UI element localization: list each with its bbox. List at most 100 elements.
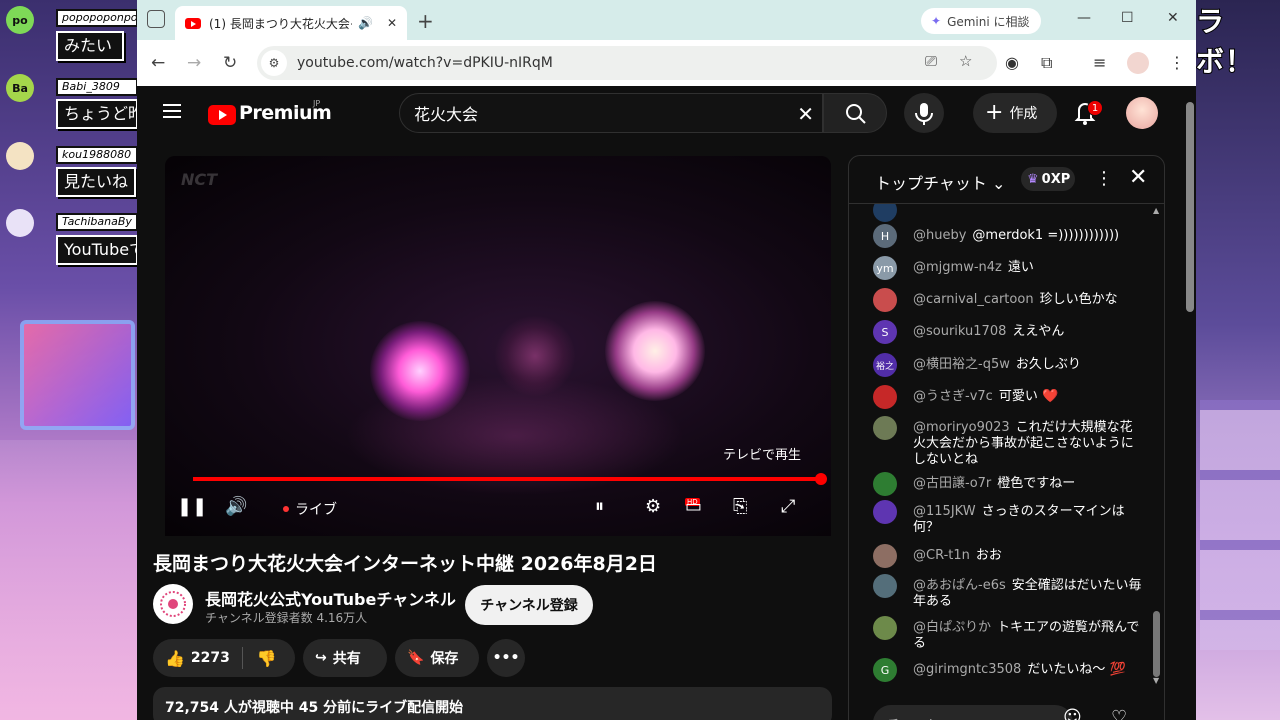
close-tab-icon[interactable]: ✕ — [387, 16, 397, 30]
page-scroll-thumb[interactable] — [1186, 102, 1194, 312]
chat-mode-dropdown[interactable]: トップチャット ⌄ — [875, 170, 1005, 194]
subscribe-button[interactable]: チャンネル登録 — [465, 585, 593, 625]
chat-author[interactable]: @うさぎ-v7c — [913, 389, 993, 404]
extension-record-icon[interactable]: ◉ — [1005, 53, 1019, 72]
video-player[interactable]: NCT テレビで再生 ❚❚ 🔊 ライブ ⏸ ⚙ HD ▭ ⎘ ⤢ — [165, 156, 831, 536]
chat-more-icon[interactable]: ⋮ — [1095, 168, 1113, 189]
create-label: 作成 — [1009, 106, 1038, 122]
pause-icon[interactable]: ❚❚ — [177, 496, 207, 517]
page-scrollbar[interactable] — [1184, 86, 1196, 720]
url-text[interactable]: youtube.com/watch?v=dPKIU-nIRqM — [297, 55, 553, 71]
chat-message[interactable]: @白ぱぷりか トキエアの遊覧が飛んでる — [873, 616, 1143, 652]
cast-icon[interactable]: ⎘ — [733, 496, 747, 517]
chat-message[interactable]: @115JKW さっきのスターマインは何？ — [873, 500, 1143, 536]
tab-youtube[interactable]: (1) 長岡まつり大花火大会イン 🔊 ✕ — [175, 6, 407, 40]
back-icon[interactable]: ← — [151, 53, 165, 73]
chat-author[interactable]: @CR-t1n — [913, 548, 970, 563]
extensions-puzzle-icon[interactable]: ⧉ — [1041, 53, 1052, 73]
heart-icon[interactable]: ♡ — [1111, 707, 1127, 720]
chat-author[interactable]: @hueby — [913, 228, 966, 243]
chat-scrollbar[interactable] — [1153, 611, 1160, 677]
search-button[interactable] — [823, 93, 887, 133]
chat-author[interactable]: @白ぱぷりか — [913, 620, 991, 635]
chat-message[interactable]: @carnival_cartoon 珍しい色かな — [873, 288, 1143, 312]
like-count[interactable]: 2273 — [191, 650, 230, 666]
progress-bar[interactable] — [193, 477, 823, 481]
chat-author[interactable]: @souriku1708 — [913, 324, 1006, 339]
speaker-icon[interactable]: 🔊 — [358, 16, 373, 30]
chat-message[interactable]: G @girimgntc3508 だいたいね～ 💯 — [873, 658, 1143, 682]
chat-scroll-down-icon[interactable]: ▼ — [1153, 676, 1159, 685]
chat-message[interactable]: @あおぱん-e6s 安全確認はだいたい毎年ある — [873, 574, 1143, 610]
tab-search-icon[interactable] — [147, 10, 165, 28]
chat-message[interactable]: S @souriku1708 ええやん — [873, 320, 1143, 344]
chat-author[interactable]: @あおぱん-e6s — [913, 578, 1006, 593]
chat-author[interactable]: @古田譲-o7r — [913, 476, 991, 491]
chat-message[interactable]: @古田譲-o7r 橙色ですねー — [873, 472, 1143, 496]
settings-gear-icon[interactable]: ⚙ — [645, 496, 661, 517]
chat-text: @merdok1 =)))))))))))) — [972, 228, 1120, 243]
chat-text: お久しぶり — [1015, 357, 1081, 372]
save-button[interactable]: 🔖 保存 — [395, 639, 479, 677]
microphone-icon — [915, 103, 933, 125]
chat-avatar — [873, 574, 897, 598]
progress-scrubber[interactable] — [815, 473, 827, 485]
bookmark-star-icon[interactable]: ☆ — [959, 52, 972, 70]
chat-close-icon[interactable]: ✕ — [1129, 165, 1147, 190]
youtube-favicon-icon — [185, 17, 201, 29]
reload-icon[interactable]: ↻ — [223, 53, 237, 73]
gemini-button[interactable]: ✦ Gemini に相談 — [921, 8, 1041, 34]
menu-hamburger-icon[interactable] — [163, 104, 181, 118]
chat-message[interactable]: @moriryo9023 これだけ大規模な花火大会だから事故が起こさないようにしな… — [873, 416, 1143, 468]
user-avatar[interactable] — [1126, 97, 1158, 129]
browser-window: (1) 長岡まつり大花火大会イン 🔊 ✕ + ✦ Gemini に相談 — ☐ … — [137, 0, 1196, 720]
thumbs-down-icon[interactable]: 👎 — [257, 649, 277, 668]
voice-search-button[interactable] — [904, 93, 944, 133]
media-control-icon[interactable]: ≡ — [1093, 53, 1106, 72]
chat-author[interactable]: @moriryo9023 — [913, 420, 1010, 435]
volume-icon[interactable]: 🔊 — [225, 496, 247, 517]
cast-tooltip: テレビで再生 — [723, 448, 802, 463]
channel-name[interactable]: 長岡花火公式YouTubeチャンネル — [205, 586, 456, 610]
autoplay-toggle-icon[interactable]: ⏸ — [595, 496, 604, 517]
chat-message[interactable]: ym @mjgmw-n4z 遠い — [873, 256, 1143, 280]
channel-avatar[interactable] — [153, 584, 193, 624]
chat-author[interactable]: @carnival_cartoon — [913, 292, 1034, 307]
chat-input[interactable]: チャット... — [873, 705, 1073, 720]
youtube-logo-icon[interactable] — [208, 105, 236, 125]
search-value: 花火大会 — [414, 105, 479, 124]
emoji-icon[interactable]: ☺ — [1063, 707, 1082, 720]
theater-mode-icon[interactable]: ▭ — [685, 496, 702, 517]
install-app-icon[interactable]: ⎚ — [925, 52, 937, 70]
chat-author[interactable]: @mjgmw-n4z — [913, 260, 1002, 275]
chat-text: だいたいね～ 💯 — [1027, 662, 1126, 677]
xp-badge[interactable]: ♛ 0XP — [1021, 167, 1075, 191]
chat-author[interactable]: @115JKW — [913, 504, 976, 519]
plus-icon: + — [985, 100, 1004, 125]
forward-icon[interactable]: → — [187, 53, 201, 73]
chat-message[interactable]: H @hueby @merdok1 =)))))))))))) — [873, 224, 1143, 248]
new-tab-icon[interactable]: + — [417, 9, 434, 33]
fullscreen-icon[interactable]: ⤢ — [781, 496, 795, 517]
omnibox[interactable]: ⚙ youtube.com/watch?v=dPKIU-nIRqM ⎚ ☆ — [257, 46, 997, 80]
create-button[interactable]: + 作成 — [973, 93, 1057, 133]
close-window-icon[interactable]: ✕ — [1167, 10, 1179, 26]
chat-scroll-up-icon[interactable]: ▲ — [1153, 206, 1159, 215]
clear-search-icon[interactable]: ✕ — [797, 102, 814, 126]
browser-menu-icon[interactable]: ⋮ — [1169, 53, 1185, 72]
chat-message[interactable]: @CR-t1n おお — [873, 544, 1143, 568]
site-info-icon[interactable]: ⚙ — [261, 50, 287, 76]
chat-message[interactable]: @うさぎ-v7c 可愛い ❤️ — [873, 385, 1143, 409]
search-input[interactable]: 花火大会 ✕ — [399, 93, 823, 133]
chat-author[interactable]: @横田裕之-q5w — [913, 357, 1010, 372]
share-button[interactable]: ↪ 共有 — [303, 639, 387, 677]
profile-avatar[interactable] — [1127, 52, 1149, 74]
chat-message[interactable]: 裕之 @横田裕之-q5w お久しぶり — [873, 353, 1143, 377]
chat-author[interactable]: @girimgntc3508 — [913, 662, 1021, 677]
thumbs-up-icon[interactable]: 👍 — [165, 649, 185, 668]
maximize-icon[interactable]: ☐ — [1121, 10, 1134, 26]
live-label[interactable]: ライブ — [295, 499, 337, 519]
description-box[interactable]: 72,754 人が視聴中 45 分前にライブ配信開始 — [153, 687, 832, 720]
minimize-icon[interactable]: — — [1077, 10, 1091, 26]
more-actions-button[interactable]: ••• — [487, 639, 525, 677]
